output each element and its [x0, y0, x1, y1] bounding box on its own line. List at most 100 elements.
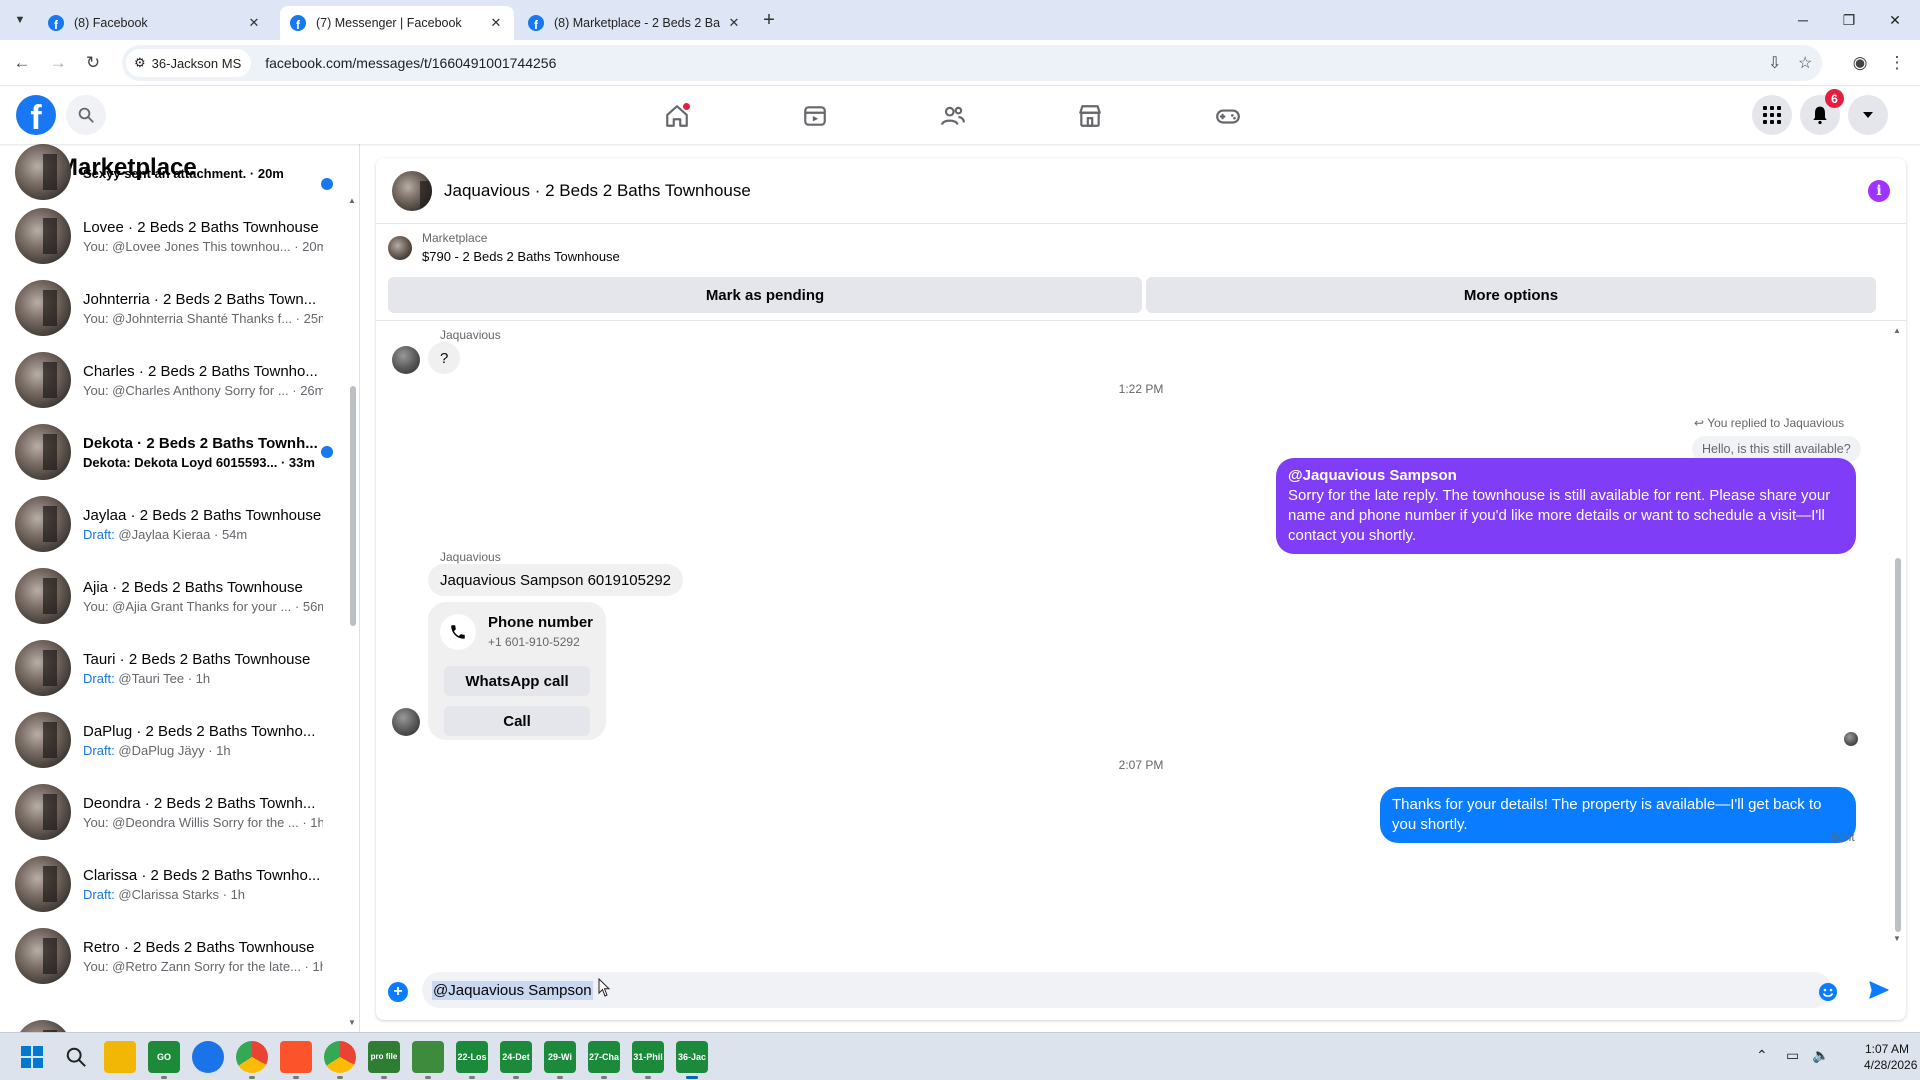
browser-tab-facebook[interactable]: f (8) Facebook ✕: [38, 6, 272, 40]
notifications-bell-icon[interactable]: 6: [1800, 89, 1844, 135]
conversation-item[interactable]: Charles · 2 Beds 2 Baths Townho... You: @…: [0, 344, 345, 416]
shortcut-36-jac-icon[interactable]: 36-Jac: [676, 1041, 708, 1079]
back-arrow-icon[interactable]: ←: [9, 50, 35, 76]
conversation-item[interactable]: Deondra · 2 Beds 2 Baths Townh... You: @D…: [0, 776, 345, 848]
gaming-icon[interactable]: [1206, 94, 1250, 138]
address-bar[interactable]: ⚙ 36-Jackson MS facebook.com/messages/t/…: [122, 45, 1822, 81]
conversation-item[interactable]: Jaylaa · 2 Beds 2 Baths Townhouse Draft: …: [0, 488, 345, 560]
network-icon[interactable]: ▭: [1786, 1047, 1799, 1064]
home-icon[interactable]: [655, 94, 699, 138]
taskbar-search-icon[interactable]: [60, 1041, 92, 1073]
thread-scrollbar[interactable]: ▲ ▼: [1892, 322, 1904, 952]
message-bubble[interactable]: Jaquavious Sampson 6019105292: [428, 564, 684, 596]
draft-text: @Jaylaa Kieraa · 54m: [118, 526, 248, 542]
conversation-name: Clarissa · 2 Beds 2 Baths Townho...: [83, 866, 321, 884]
windows-taskbar: GO pro file 22-Los 24-Det 29-Wi 27-Cha 3…: [0, 1032, 1920, 1080]
reply-arrow-icon: ↩: [1694, 416, 1705, 430]
profile-app-icon[interactable]: pro file: [368, 1041, 400, 1079]
browser-toolbar: ← → ↻ ⚙ 36-Jackson MS facebook.com/messa…: [0, 40, 1920, 86]
volume-icon[interactable]: 🔈: [1812, 1047, 1829, 1064]
tab-close-icon[interactable]: ✕: [488, 15, 504, 31]
video-icon[interactable]: [793, 94, 837, 138]
add-attachment-plus-icon[interactable]: +: [388, 982, 408, 1002]
friends-icon[interactable]: [931, 94, 975, 138]
conversation-item[interactable]: Lovee · 2 Beds 2 Baths Townhouse You: @Lo…: [0, 200, 345, 272]
notepad-icon[interactable]: [412, 1041, 444, 1079]
message-input[interactable]: @Jaquavious Sampson: [422, 972, 1832, 1008]
more-options-button[interactable]: More options: [1146, 277, 1876, 313]
shortcut-29-wi-icon[interactable]: 29-Wi: [544, 1041, 576, 1079]
menu-grid-icon[interactable]: [1752, 95, 1792, 135]
shortcut-24-det-icon[interactable]: 24-Det: [500, 1041, 532, 1079]
listing-label: Marketplace: [422, 231, 488, 245]
avatar[interactable]: [392, 170, 432, 211]
restore-icon[interactable]: ❐: [1826, 0, 1872, 40]
info-icon[interactable]: i: [1868, 180, 1890, 202]
chat-title[interactable]: Jaquavious · 2 Beds 2 Baths Townhouse: [444, 181, 751, 201]
conversation-item[interactable]: Tauri · 2 Beds 2 Baths Townhouse Draft: @…: [0, 632, 345, 704]
conversation-item[interactable]: Dekota · 2 Beds 2 Baths Townh... Dekota: …: [0, 416, 345, 488]
scroll-up-arrow-icon[interactable]: ▲: [1893, 326, 1901, 335]
tab-title: (8) Facebook: [74, 16, 148, 30]
shortcut-31-phil-icon[interactable]: 31-Phil: [632, 1041, 664, 1079]
browser-tab-marketplace[interactable]: f (8) Marketplace - 2 Beds 2 Bath ✕: [518, 6, 752, 40]
facebook-logo-icon[interactable]: f: [16, 95, 56, 135]
chrome-icon[interactable]: [236, 1041, 268, 1079]
close-window-icon[interactable]: ✕: [1872, 0, 1918, 40]
profile-icon[interactable]: ◉: [1847, 50, 1873, 76]
replied-note: ↩ You replied to Jaquavious: [1694, 416, 1844, 430]
sent-message-bubble[interactable]: Thanks for your details! The property is…: [1380, 787, 1856, 843]
browser-tab-messenger[interactable]: f (7) Messenger | Facebook ✕: [280, 6, 514, 40]
tab-title: (7) Messenger | Facebook: [316, 16, 462, 30]
call-button[interactable]: Call: [444, 706, 590, 736]
scroll-down-arrow-icon[interactable]: ▼: [348, 1018, 356, 1027]
install-app-icon[interactable]: ⇩: [1768, 53, 1781, 73]
conversation-name: Retro · 2 Beds 2 Baths Townhouse: [83, 938, 315, 956]
site-info-chip[interactable]: ⚙ 36-Jackson MS: [126, 49, 252, 77]
message-bubble[interactable]: ?: [428, 342, 461, 374]
file-explorer-icon[interactable]: [104, 1041, 136, 1073]
tab-close-icon[interactable]: ✕: [246, 15, 262, 31]
scrollbar-thumb[interactable]: [350, 386, 356, 626]
conversation-preview: Dekota: Dekota Loyd 6015593... · 33m: [83, 454, 315, 470]
tab-close-icon[interactable]: ✕: [726, 15, 742, 31]
marketplace-icon[interactable]: [1068, 94, 1112, 138]
go-icon[interactable]: GO: [148, 1041, 180, 1079]
chrome-profile-icon[interactable]: [324, 1041, 356, 1079]
tab-list-chevron-icon[interactable]: ▼: [8, 8, 32, 32]
forward-arrow-icon[interactable]: →: [45, 50, 71, 76]
message-input-text[interactable]: @Jaquavious Sampson: [432, 981, 593, 1000]
tray-overflow-chevron-icon[interactable]: ⌃: [1756, 1047, 1768, 1064]
browser-menu-icon[interactable]: ⋮: [1884, 50, 1910, 76]
scroll-down-arrow-icon[interactable]: ▼: [1893, 934, 1901, 943]
sidebar-scrollbar[interactable]: ▲ ▼: [347, 192, 357, 1034]
conversation-item[interactable]: Sexyy sent an attachment. · 20m: [0, 144, 345, 208]
brave-icon[interactable]: [280, 1041, 312, 1079]
conversation-item[interactable]: Retro · 2 Beds 2 Baths Townhouse You: @Re…: [0, 920, 345, 992]
system-clock[interactable]: 1:07 AM 4/28/2026: [1864, 1041, 1917, 1073]
shortcut-22-los-icon[interactable]: 22-Los: [456, 1041, 488, 1079]
mark-as-pending-button[interactable]: Mark as pending: [388, 277, 1142, 313]
whatsapp-call-button[interactable]: WhatsApp call: [444, 666, 590, 696]
listing-info[interactable]: Marketplace $790 - 2 Beds 2 Baths Townho…: [388, 231, 620, 264]
conversation-item[interactable]: Clarissa · 2 Beds 2 Baths Townho... Draft…: [0, 848, 345, 920]
windows-start-icon[interactable]: [16, 1041, 48, 1073]
conversation-item[interactable]: Ajia · 2 Beds 2 Baths Townhouse You: @Aji…: [0, 560, 345, 632]
new-tab-plus-icon[interactable]: +: [757, 8, 781, 32]
conversation-item[interactable]: Johnterria · 2 Beds 2 Baths Town... You: …: [0, 272, 345, 344]
minimize-icon[interactable]: ─: [1780, 0, 1826, 40]
search-icon[interactable]: [66, 95, 106, 135]
sent-message-bubble[interactable]: @Jaquavious Sampson Sorry for the late r…: [1276, 458, 1856, 554]
scroll-up-arrow-icon[interactable]: ▲: [348, 196, 356, 205]
url-text[interactable]: facebook.com/messages/t/1660491001744256: [265, 55, 556, 71]
shortcut-27-cha-icon[interactable]: 27-Cha: [588, 1041, 620, 1079]
location-icon[interactable]: [192, 1041, 224, 1073]
bookmark-star-icon[interactable]: ☆: [1798, 53, 1812, 73]
account-dropdown-icon[interactable]: [1848, 95, 1888, 135]
conversation-item[interactable]: DaPlug · 2 Beds 2 Baths Townho... Draft: …: [0, 704, 345, 776]
reload-icon[interactable]: ↻: [80, 50, 106, 76]
emoji-icon[interactable]: [1818, 982, 1838, 1002]
scrollbar-thumb[interactable]: [1895, 558, 1901, 932]
send-icon[interactable]: [1868, 980, 1890, 1000]
avatar: [392, 346, 420, 374]
